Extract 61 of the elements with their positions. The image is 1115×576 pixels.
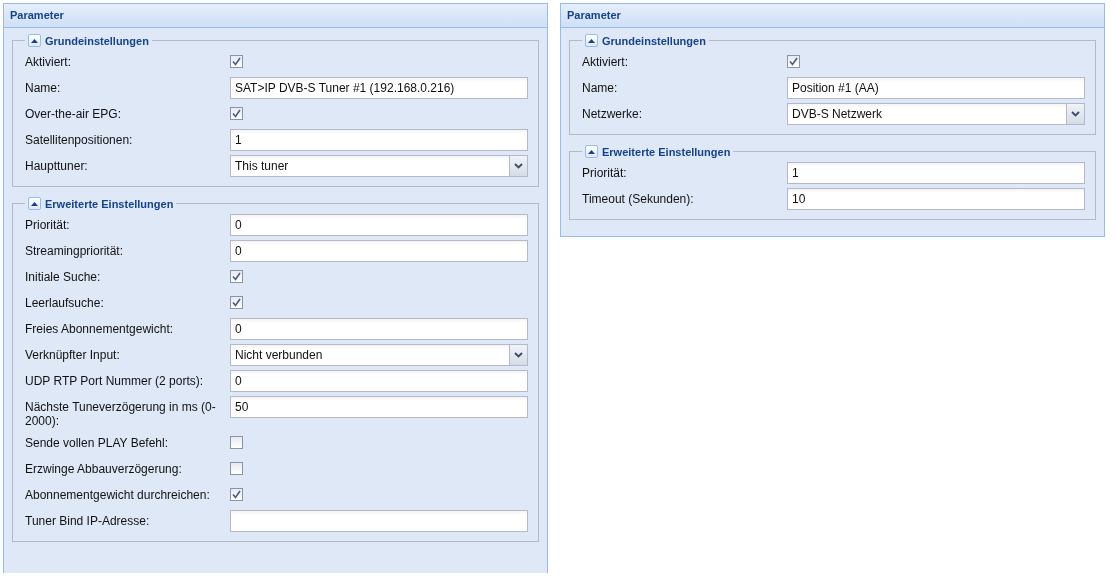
text-field[interactable]: SAT>IP DVB-S Tuner #1 (192.168.0.216): [230, 77, 528, 99]
checkbox[interactable]: [230, 296, 243, 309]
field-label: Timeout (Sekunden):: [582, 191, 695, 206]
checkbox[interactable]: [230, 488, 243, 501]
field-label: Aktiviert:: [25, 54, 72, 69]
field-label: Priorität:: [25, 217, 71, 232]
dropdown[interactable]: This tuner: [230, 155, 528, 177]
checkbox[interactable]: [230, 436, 243, 449]
collapse-button[interactable]: [585, 145, 598, 158]
text-field[interactable]: 50: [230, 396, 528, 418]
group-title: Grundeinstellungen: [45, 34, 149, 47]
dropdown[interactable]: Nicht verbunden: [230, 344, 528, 366]
text-field[interactable]: 1: [787, 162, 1085, 184]
field-label: Sende vollen PLAY Befehl:: [25, 435, 169, 450]
chevron-down-icon: [514, 163, 523, 169]
field-label: Freies Abonnementgewicht:: [25, 321, 175, 336]
field-label: Streamingpriorität:: [25, 243, 125, 258]
text-field[interactable]: 1: [230, 129, 528, 151]
field-label: Netzwerke:: [582, 106, 644, 121]
field-label: Tuner Bind IP-Adresse:: [25, 513, 151, 528]
field-label: Verknüpfter Input:: [25, 347, 121, 362]
field-label: Over-the-air EPG:: [25, 106, 123, 121]
field-label: Name:: [25, 80, 62, 95]
field-label: Abonnementgewicht durchreichen:: [25, 487, 211, 502]
panel-title: Parameter: [4, 4, 547, 28]
checkbox[interactable]: [787, 55, 800, 68]
collapse-button[interactable]: [585, 34, 598, 47]
field-label: Leerlaufsuche:: [25, 295, 105, 310]
triangle-up-icon: [31, 38, 38, 43]
collapse-button[interactable]: [28, 197, 41, 210]
text-field[interactable]: 0: [230, 240, 528, 262]
group-title: Erweiterte Einstellungen: [602, 145, 731, 158]
triangle-up-icon: [588, 38, 595, 43]
text-field[interactable]: 0: [230, 214, 528, 236]
text-field[interactable]: 0: [230, 318, 528, 340]
checkbox[interactable]: [230, 270, 243, 283]
field-label: Haupttuner:: [25, 158, 89, 173]
field-label: Priorität:: [582, 165, 628, 180]
field-label: UDP RTP Port Nummer (2 ports):: [25, 373, 205, 388]
text-field[interactable]: Position #1 (AA): [787, 77, 1085, 99]
chevron-down-icon: [1071, 111, 1080, 117]
checkbox[interactable]: [230, 107, 243, 120]
triangle-up-icon: [31, 201, 38, 206]
collapse-button[interactable]: [28, 34, 41, 47]
triangle-up-icon: [588, 149, 595, 154]
group-title: Erweiterte Einstellungen: [45, 197, 174, 210]
dropdown[interactable]: DVB-S Netzwerk: [787, 103, 1085, 125]
field-label: Erzwinge Abbauverzögerung:: [25, 461, 183, 476]
checkbox[interactable]: [230, 55, 243, 68]
text-field[interactable]: 0: [230, 370, 528, 392]
text-field[interactable]: 10: [787, 188, 1085, 210]
chevron-down-icon: [514, 352, 523, 358]
field-label: Initiale Suche:: [25, 269, 102, 284]
panel-title: Parameter: [561, 4, 1104, 28]
group-title: Grundeinstellungen: [602, 34, 706, 47]
field-label: Satellitenpositionen:: [25, 132, 134, 147]
field-label: Name:: [582, 80, 619, 95]
checkbox[interactable]: [230, 462, 243, 475]
field-label: Aktiviert:: [582, 54, 629, 69]
text-field[interactable]: [230, 510, 528, 532]
field-label: Nächste Tuneverzögerung in ms (0-2000):: [25, 399, 217, 428]
